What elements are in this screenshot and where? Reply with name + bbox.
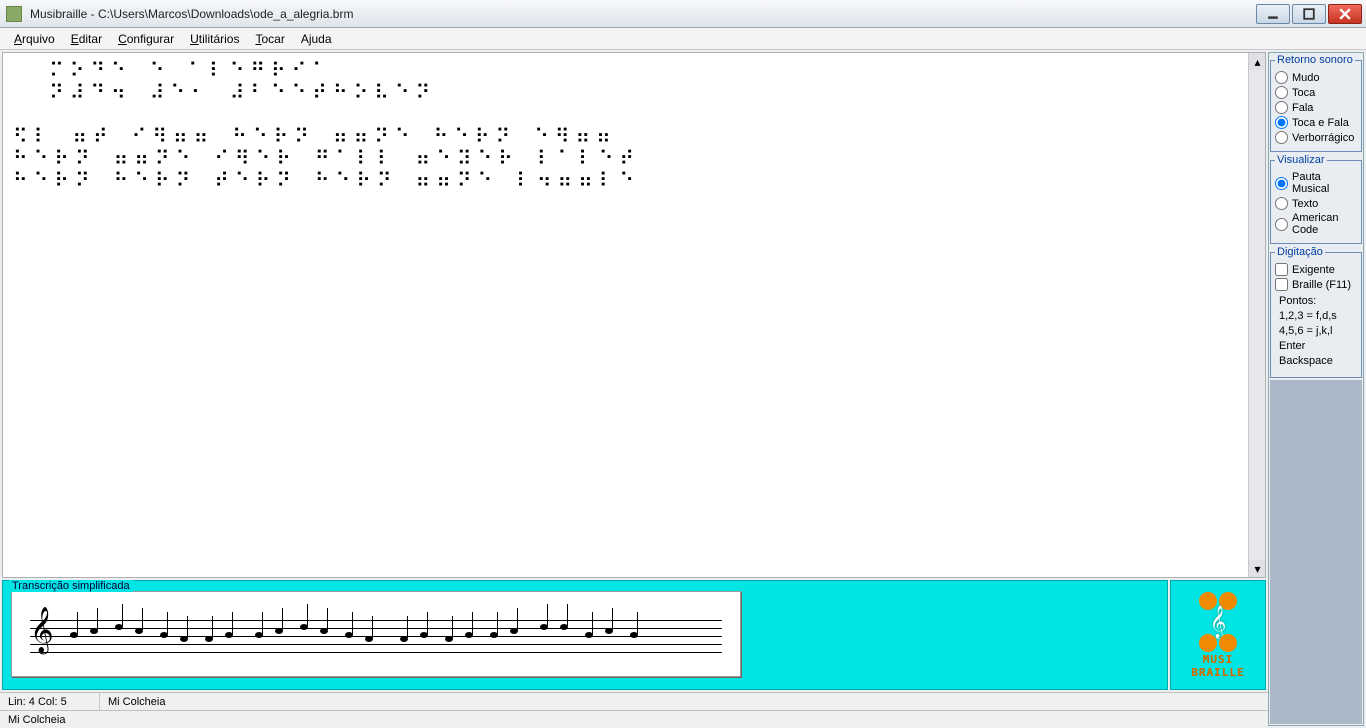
- menu-ajuda[interactable]: Ajuda: [293, 30, 340, 48]
- vertical-scrollbar[interactable]: ▴ ▾: [1248, 53, 1265, 577]
- app-icon: [6, 6, 22, 22]
- app-logo: 𝄞 MUSI BRAILLE: [1191, 591, 1244, 679]
- status-note: Mi Colcheia: [100, 693, 1268, 710]
- braille-text: ⠍⠕⠙⠑ ⠑ ⠁⠇⠑⠛⠗⠊⠁ ⠝⠼⠙⠲ ⠼⠑⠂ ⠼⠃⠑⠑⠞⠓⠕⠧⠑⠝ ⠫⠇ ⠶⠞…: [3, 53, 1265, 197]
- group-visualizar: Visualizar Pauta MusicalTextoAmerican Co…: [1270, 154, 1362, 244]
- logo-line2: BRAILLE: [1191, 666, 1244, 679]
- close-button[interactable]: [1328, 4, 1362, 24]
- status-bar-1: Lin: 4 Col: 5 Mi Colcheia: [0, 692, 1268, 710]
- menubar: Arquivo Editar Configurar Utilitários To…: [0, 28, 1366, 50]
- logo-line1: MUSI: [1191, 653, 1244, 666]
- transcription-legend: Transcrição simplificada: [9, 580, 133, 592]
- radio-retorno-4[interactable]: Verborrágico: [1275, 130, 1357, 145]
- panel-spacer: [1270, 380, 1362, 724]
- app-window: Musibraille - C:\Users\Marcos\Downloads\…: [0, 0, 1366, 728]
- braille-editor[interactable]: ⠍⠕⠙⠑ ⠑ ⠁⠇⠑⠛⠗⠊⠁ ⠝⠼⠙⠲ ⠼⠑⠂ ⠼⠃⠑⠑⠞⠓⠕⠧⠑⠝ ⠫⠇ ⠶⠞…: [2, 52, 1266, 578]
- radio-visualizar-0[interactable]: Pauta Musical: [1275, 170, 1357, 196]
- window-title: Musibraille - C:\Users\Marcos\Downloads\…: [28, 7, 1254, 21]
- menu-utilitarios[interactable]: Utilitários: [182, 30, 247, 48]
- scroll-up-icon[interactable]: ▴: [1249, 53, 1266, 70]
- legend-digitacao: Digitação: [1275, 246, 1325, 258]
- maximize-button[interactable]: [1292, 4, 1326, 24]
- music-staff-box: 𝄞: [11, 591, 741, 677]
- scroll-down-icon[interactable]: ▾: [1249, 560, 1266, 577]
- editor-column: ⠍⠕⠙⠑ ⠑ ⠁⠇⠑⠛⠗⠊⠁ ⠝⠼⠙⠲ ⠼⠑⠂ ⠼⠃⠑⠑⠞⠓⠕⠧⠑⠝ ⠫⠇ ⠶⠞…: [0, 50, 1268, 728]
- group-digitacao: Digitação ExigenteBraille (F11) Pontos: …: [1270, 246, 1362, 378]
- radio-retorno-0[interactable]: Mudo: [1275, 70, 1357, 85]
- bottom-area: Transcrição simplificada 𝄞 𝄞: [0, 580, 1268, 692]
- legend-visualizar: Visualizar: [1275, 154, 1327, 166]
- window-buttons: [1254, 4, 1362, 24]
- check-digitacao-0[interactable]: Exigente: [1275, 262, 1357, 277]
- radio-retorno-3[interactable]: Toca e Fala: [1275, 115, 1357, 130]
- music-staff: 𝄞: [30, 606, 722, 662]
- titlebar: Musibraille - C:\Users\Marcos\Downloads\…: [0, 0, 1366, 28]
- transcription-panel: Transcrição simplificada 𝄞: [2, 580, 1168, 690]
- menu-configurar[interactable]: Configurar: [110, 30, 182, 48]
- radio-visualizar-1[interactable]: Texto: [1275, 196, 1357, 211]
- radio-visualizar-2[interactable]: American Code: [1275, 211, 1357, 237]
- status-note-2: Mi Colcheia: [0, 711, 1268, 728]
- check-digitacao-1[interactable]: Braille (F11): [1275, 277, 1357, 292]
- main-row: ⠍⠕⠙⠑ ⠑ ⠁⠇⠑⠛⠗⠊⠁ ⠝⠼⠙⠲ ⠼⠑⠂ ⠼⠃⠑⠑⠞⠓⠕⠧⠑⠝ ⠫⠇ ⠶⠞…: [0, 50, 1366, 728]
- logo-panel: 𝄞 MUSI BRAILLE: [1170, 580, 1266, 690]
- radio-retorno-1[interactable]: Toca: [1275, 85, 1357, 100]
- menu-arquivo[interactable]: Arquivo: [6, 30, 63, 48]
- right-panel: Retorno sonoro MudoTocaFalaToca e FalaVe…: [1268, 52, 1364, 726]
- group-retorno-sonoro: Retorno sonoro MudoTocaFalaToca e FalaVe…: [1270, 54, 1362, 152]
- pontos-info: Pontos: 1,2,3 = f,d,s 4,5,6 = j,k,l Ente…: [1275, 292, 1357, 371]
- status-bar-2: Mi Colcheia: [0, 710, 1268, 728]
- menu-editar[interactable]: Editar: [63, 30, 110, 48]
- minimize-button[interactable]: [1256, 4, 1290, 24]
- status-position: Lin: 4 Col: 5: [0, 693, 100, 710]
- legend-retorno: Retorno sonoro: [1275, 54, 1355, 66]
- radio-retorno-2[interactable]: Fala: [1275, 100, 1357, 115]
- menu-tocar[interactable]: Tocar: [247, 30, 292, 48]
